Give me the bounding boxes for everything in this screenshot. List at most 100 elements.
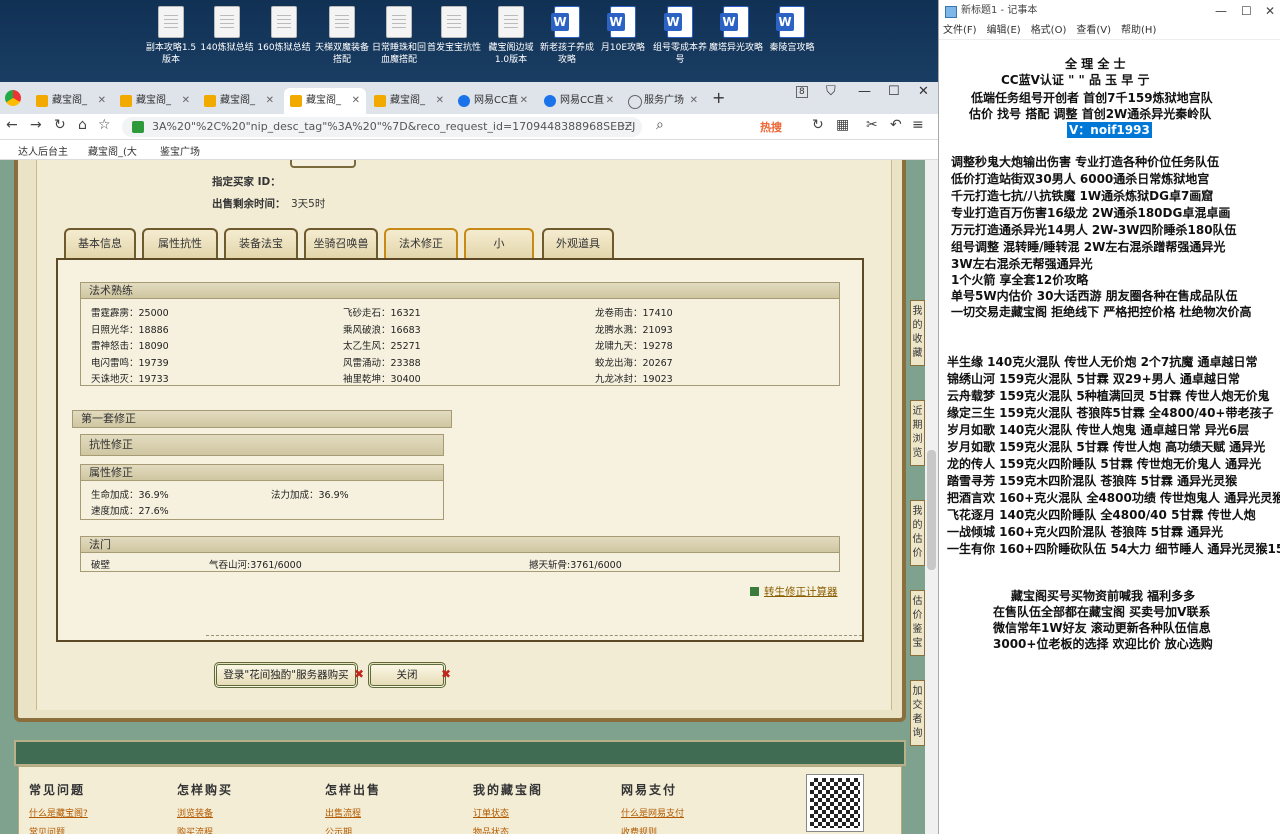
footer-link[interactable]: 什么是藏宝阁? — [29, 806, 149, 819]
side-tab[interactable]: 估价鉴宝 — [910, 590, 925, 656]
set-title: 第一套修正 — [81, 412, 136, 425]
tab-close-icon[interactable]: ✕ — [690, 88, 698, 114]
footer-link[interactable]: 公示期 — [325, 825, 445, 834]
desktop-icon[interactable]: 月10E攻略 — [594, 6, 652, 54]
notepad-menu-item[interactable]: 编辑(E) — [987, 25, 1021, 36]
footer-link[interactable]: 收费规则 — [621, 825, 741, 834]
menu-icon[interactable]: ≡ — [912, 117, 924, 133]
desktop-icon[interactable]: 新老孩子养成攻略 — [538, 6, 596, 66]
browser-tab[interactable]: 网易CC直 ✕ — [452, 88, 534, 114]
maximize-icon[interactable]: ☐ — [888, 84, 900, 99]
footer-link[interactable]: 订单状态 — [473, 806, 593, 819]
attr-section: 属性修正 生命加成：36.9% 法力加成：36.9% 速度加成：27.6% — [80, 464, 444, 520]
scrollbar-thumb[interactable] — [927, 450, 936, 570]
desktop-icon[interactable]: 天梯双魔装备搭配 — [313, 6, 371, 66]
footer-link[interactable]: 什么是网易支付 — [621, 806, 741, 819]
notepad-line: 全 理 全 士 — [1065, 57, 1126, 71]
notepad-line: 1个火箭 享全套12价攻略 — [951, 273, 1089, 287]
browser-tab[interactable]: 藏宝阁_ ✕ — [284, 88, 366, 114]
minimize-icon[interactable]: — — [858, 84, 871, 99]
shirt-icon[interactable]: ⛉ — [826, 84, 836, 99]
rebirth-calculator-link[interactable]: 转生修正计算器 — [750, 584, 838, 599]
tab-close-icon[interactable]: ✕ — [266, 88, 274, 114]
notepad-menu-item[interactable]: 格式(O) — [1031, 25, 1067, 36]
bookmark-item[interactable]: 藏宝阁_(大 — [88, 143, 137, 158]
url-input[interactable]: 3A%20"%2C%20"nip_desc_tag"%3A%20"%7D&rec… — [122, 117, 642, 137]
bookmark-item[interactable]: 鉴宝广场 — [160, 143, 200, 158]
tab-close-icon[interactable]: ✕ — [98, 88, 106, 114]
new-tab-button[interactable]: + — [712, 88, 725, 107]
browser-tab[interactable]: 藏宝阁_ ✕ — [114, 88, 196, 114]
tab-close-icon[interactable]: ✕ — [606, 88, 614, 114]
file-icon — [271, 6, 297, 38]
notepad-menu-item[interactable]: 文件(F) — [943, 25, 977, 36]
desktop-icon-label: 秦陵宫攻略 — [769, 43, 815, 53]
reload-icon[interactable]: ↻ — [54, 117, 66, 133]
scissors-icon[interactable]: ✂ — [866, 117, 878, 133]
tab-close-icon[interactable]: ✕ — [520, 88, 528, 114]
close-button[interactable]: 关闭 — [368, 662, 446, 688]
footer-link[interactable]: 出售流程 — [325, 806, 445, 819]
browser-tab[interactable]: 藏宝阁_ ✕ — [198, 88, 280, 114]
star-icon[interactable]: ☆ — [98, 117, 111, 133]
detail-tab[interactable]: 坐骑召唤兽 — [304, 228, 378, 258]
side-tab[interactable]: 我的收藏 — [910, 300, 925, 366]
notepad-menu-item[interactable]: 查看(V) — [1076, 25, 1111, 36]
skill-cell: 龙腾水溅：21093 — [595, 324, 673, 336]
desktop-icon[interactable]: 140炼狱总结 — [198, 6, 256, 54]
browser-tab[interactable]: 网易CC直 ✕ — [538, 88, 620, 114]
desktop-icon[interactable]: 日常睡珠和回血魔搭配 — [370, 6, 428, 66]
minimize-icon[interactable]: — — [1215, 0, 1227, 22]
side-tab[interactable]: 近期浏览 — [910, 400, 925, 466]
close-icon[interactable]: ✕ — [918, 84, 929, 99]
scrollbar[interactable] — [925, 160, 938, 834]
browser-tab[interactable]: 藏宝阁_ ✕ — [368, 88, 450, 114]
footer-link[interactable]: 购买流程 — [177, 825, 297, 834]
footer-link[interactable]: 浏览装备 — [177, 806, 297, 819]
top-button-edge[interactable] — [290, 160, 356, 168]
desktop-icon[interactable]: 副本攻略1.5版本 — [142, 6, 200, 66]
close-icon[interactable]: ✕ — [1265, 0, 1275, 22]
notepad-menu-item[interactable]: 帮助(H) — [1121, 25, 1156, 36]
undo-icon[interactable]: ↶ — [890, 117, 902, 133]
attr-cell: 生命加成：36.9% — [91, 490, 169, 501]
forward-icon[interactable]: → — [30, 117, 42, 133]
footer-link[interactable]: 物品状态 — [473, 825, 593, 834]
desktop-icon[interactable]: 160炼狱总结 — [255, 6, 313, 54]
detail-tab[interactable]: 小 — [464, 228, 534, 258]
back-icon[interactable]: ← — [6, 117, 18, 133]
tab-close-icon[interactable]: ✕ — [352, 88, 360, 114]
browser-tab[interactable]: 服务广场 ✕ — [622, 88, 704, 114]
notepad-line: 一切交易走藏宝阁 拒绝线下 严格把控价格 杜绝物次价高 — [951, 305, 1252, 319]
word-doc-icon — [664, 6, 693, 38]
detail-tab[interactable]: 装备法宝 — [224, 228, 298, 258]
browser-tab[interactable]: 藏宝阁_ ✕ — [30, 88, 112, 114]
maximize-icon[interactable]: ☐ — [1241, 0, 1252, 22]
home-icon[interactable]: ⌂ — [78, 117, 87, 133]
search-icon[interactable]: ⌕ — [656, 117, 664, 133]
desktop-icon[interactable]: 藏宝阁边域1.0版本 — [482, 6, 540, 66]
tab-close-icon[interactable]: ✕ — [182, 88, 190, 114]
desktop-icon[interactable]: 秦陵宫攻略 — [763, 6, 821, 54]
tab-close-icon[interactable]: ✕ — [436, 88, 444, 114]
tab-count-badge[interactable]: 8 — [796, 86, 808, 98]
grid-icon[interactable]: ▦ — [836, 117, 849, 133]
refresh-icon[interactable]: ↻ — [812, 117, 824, 133]
side-tab[interactable]: 加交者询 — [910, 680, 925, 746]
side-tab[interactable]: 我的估价 — [910, 500, 925, 566]
hot-search-link[interactable]: 热搜 — [760, 119, 782, 135]
browser-logo-icon[interactable] — [5, 90, 21, 106]
detail-tab[interactable]: 外观道具 — [542, 228, 614, 258]
bookmark-item[interactable]: 达人后台主 — [18, 143, 68, 158]
resist-section: 抗性修正 — [80, 434, 444, 456]
desktop-icon[interactable]: 组号零成本养号 — [651, 6, 709, 66]
detail-tab[interactable]: 基本信息 — [64, 228, 136, 258]
footer-link[interactable]: 常见问题 — [29, 825, 149, 834]
desktop-icon[interactable]: 魔塔异光攻略 — [707, 6, 765, 54]
desktop-icon[interactable]: 首发宝宝抗性 — [425, 6, 483, 54]
detail-tab[interactable]: 属性抗性 — [142, 228, 218, 258]
login-buy-button[interactable]: 登录"花间独酌"服务器购买 — [214, 662, 358, 688]
skill-cell: 九龙冰封：19023 — [595, 374, 673, 385]
more-icon[interactable]: ··· — [622, 119, 633, 132]
detail-tab[interactable]: 法术修正 — [384, 228, 458, 258]
